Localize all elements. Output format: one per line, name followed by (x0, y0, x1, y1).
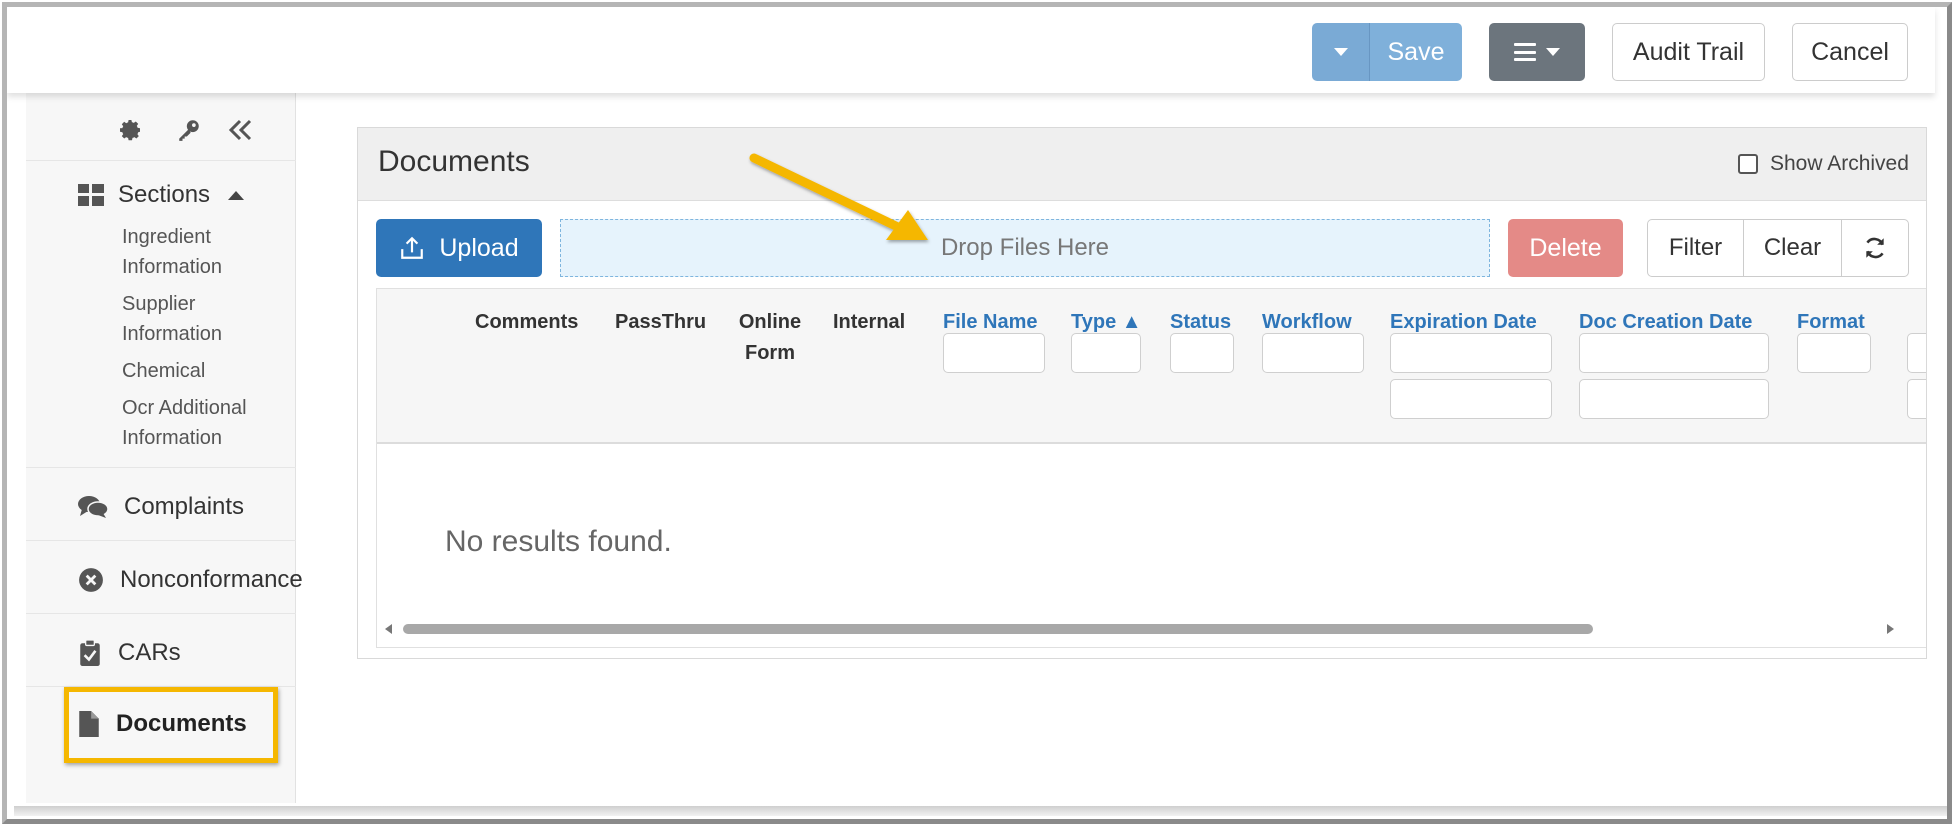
page-title: Documents (378, 145, 530, 178)
caret-down-icon (1333, 48, 1348, 56)
sections-toggle[interactable]: Sections (78, 181, 245, 209)
horizontal-scrollbar[interactable] (377, 619, 1926, 639)
format-filter-input[interactable] (1797, 333, 1871, 373)
caret-up-icon (228, 190, 245, 200)
divider (26, 613, 296, 614)
key-icon[interactable] (174, 115, 204, 145)
sidebar-item-label: Documents (116, 710, 247, 737)
expiration-date-to-input[interactable] (1390, 379, 1552, 419)
sidebar-subitem-supplier-information[interactable]: Supplier Information (122, 289, 292, 349)
comments-icon (78, 496, 108, 518)
sidebar-item-label: Complaints (124, 493, 245, 520)
refresh-icon (1866, 237, 1884, 259)
documents-grid: Comments PassThru Online Form Internal F… (376, 288, 1926, 648)
top-toolbar: Save Audit Trail Cancel (7, 7, 1935, 93)
doc-creation-date-from-input[interactable] (1579, 333, 1769, 373)
collapse-icon[interactable] (226, 115, 256, 145)
file-drop-zone[interactable]: Drop Files Here (560, 219, 1490, 277)
column-header-passthru[interactable]: PassThru (615, 307, 706, 338)
gear-icon[interactable] (116, 115, 146, 145)
column-header-online-form[interactable]: Online Form (729, 307, 811, 369)
sidebar-item-label: CARs (118, 639, 181, 666)
doc-creation-date-to-input[interactable] (1579, 379, 1769, 419)
save-button[interactable]: Save (1370, 23, 1462, 81)
sidebar-item-label: Nonconformance (120, 566, 303, 593)
expiration-date-from-input[interactable] (1390, 333, 1552, 373)
divider (26, 540, 296, 541)
sidebar-subitem-chemical[interactable]: Chemical (122, 356, 292, 386)
sidebar-item-documents[interactable]: Documents (78, 710, 247, 738)
documents-panel: Documents Show Archived Upload Drop File… (357, 127, 1927, 659)
sidebar-item-cars[interactable]: CARs (78, 639, 181, 667)
sidebar-item-complaints[interactable]: Complaints (78, 493, 244, 521)
cancel-button[interactable]: Cancel (1792, 23, 1908, 81)
sections-label: Sections (118, 181, 211, 208)
column-header-internal[interactable]: Internal (833, 307, 905, 338)
clipboard-check-icon (80, 640, 100, 666)
file-icon (79, 711, 99, 737)
upload-label: Upload (439, 233, 519, 262)
times-circle-icon (79, 568, 103, 592)
grid-button-group: Filter Clear (1647, 219, 1909, 277)
empty-state-message: No results found. (445, 525, 672, 558)
grid-icon (78, 184, 104, 206)
sidebar-subitem-ocr-additional-information[interactable]: Ocr Additional Information (122, 393, 292, 453)
screenshot-frame: Save Audit Trail Cancel Sections Ingredi… (0, 0, 1952, 825)
upload-button[interactable]: Upload (376, 219, 542, 277)
file-name-filter-input[interactable] (943, 333, 1045, 373)
grid-header: Comments PassThru Online Form Internal F… (377, 289, 1926, 444)
sidebar-tools (26, 93, 296, 161)
hamburger-icon (1514, 43, 1536, 61)
sidebar: Sections Ingredient Information Supplier… (26, 93, 303, 803)
upload-icon (401, 236, 424, 259)
next-column-filter-input[interactable] (1907, 333, 1926, 373)
actions-menu-button[interactable] (1489, 23, 1585, 81)
sidebar-item-nonconformance[interactable]: Nonconformance (78, 566, 303, 594)
column-header-comments[interactable]: Comments (475, 307, 578, 338)
save-dropdown-toggle[interactable] (1312, 23, 1370, 81)
filter-button[interactable]: Filter (1648, 220, 1744, 276)
save-button-group: Save (1312, 23, 1462, 81)
delete-button[interactable]: Delete (1508, 219, 1623, 277)
panel-header: Documents Show Archived (358, 128, 1926, 201)
sidebar-subitem-ingredient-information[interactable]: Ingredient Information (122, 222, 292, 282)
scrollbar-thumb[interactable] (403, 624, 1593, 634)
clear-button[interactable]: Clear (1744, 220, 1842, 276)
caret-down-icon (1546, 48, 1560, 56)
show-archived-toggle[interactable]: Show Archived (1738, 152, 1909, 176)
divider (26, 686, 296, 687)
scroll-right-icon[interactable] (1887, 624, 1894, 634)
show-archived-label: Show Archived (1770, 152, 1909, 175)
refresh-button[interactable] (1842, 220, 1908, 276)
show-archived-checkbox[interactable] (1738, 154, 1758, 174)
workflow-filter-input[interactable] (1262, 333, 1364, 373)
type-filter-input[interactable] (1071, 333, 1141, 373)
next-column-filter-input[interactable] (1907, 379, 1926, 419)
divider (26, 467, 296, 468)
status-filter-input[interactable] (1170, 333, 1234, 373)
scroll-left-icon[interactable] (385, 624, 392, 634)
audit-trail-button[interactable]: Audit Trail (1612, 23, 1765, 81)
